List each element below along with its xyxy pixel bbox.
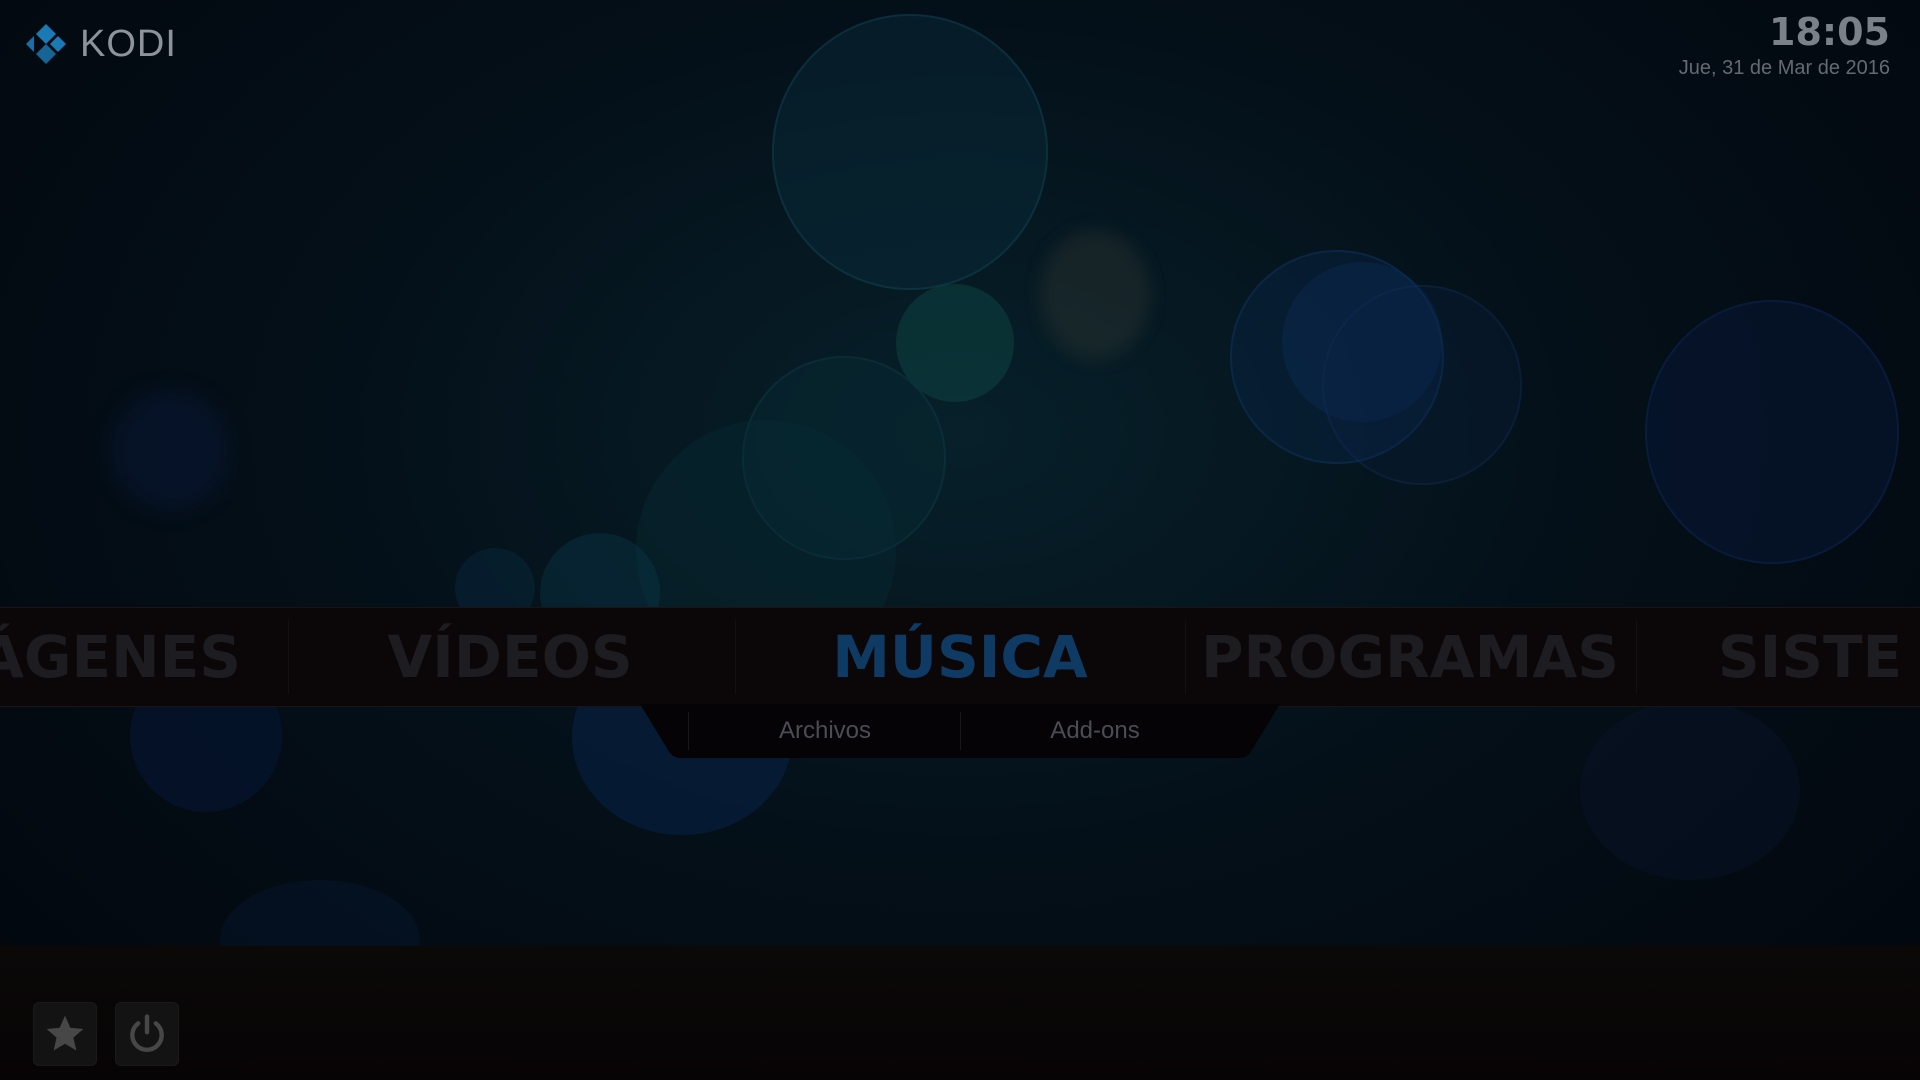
- menu-separator: [1185, 620, 1186, 694]
- bottom-bar: [0, 946, 1920, 1080]
- menu-item-imagenes[interactable]: ÁGENES: [0, 608, 241, 706]
- menu-item-programas[interactable]: PROGRAMAS: [1201, 608, 1619, 706]
- submenu: Archivos Add-ons: [640, 704, 1280, 758]
- clock-time: 18:05: [1769, 10, 1890, 54]
- clock: 18:05 Jue, 31 de Mar de 2016: [1679, 8, 1890, 80]
- menu-separator: [735, 620, 736, 694]
- power-button[interactable]: [115, 1002, 179, 1066]
- power-icon: [130, 1014, 164, 1052]
- main-menu: ÁGENES VÍDEOS MÚSICA PROGRAMAS SISTE: [0, 607, 1920, 707]
- submenu-separator: [960, 712, 961, 750]
- background-bokeh: [1230, 250, 1444, 464]
- star-icon: [46, 1015, 84, 1051]
- clock-date: Jue, 31 de Mar de 2016: [1678, 57, 1890, 79]
- menu-separator: [288, 620, 289, 694]
- submenu-item-archivos[interactable]: Archivos: [779, 704, 871, 758]
- kodi-logo: KODI: [22, 20, 177, 68]
- background-bokeh: [1040, 230, 1150, 360]
- menu-item-videos[interactable]: VÍDEOS: [387, 608, 632, 706]
- kodi-logo-icon: [22, 20, 70, 68]
- background-bokeh: [1645, 300, 1899, 564]
- background-bokeh: [1322, 285, 1522, 485]
- favourites-button[interactable]: [33, 1002, 97, 1066]
- menu-item-musica[interactable]: MÚSICA: [832, 608, 1088, 706]
- kodi-home-screen: KODI 18:05 Jue, 31 de Mar de 2016 ÁGENES…: [0, 0, 1920, 1080]
- background-bokeh: [110, 390, 230, 510]
- submenu-item-addons[interactable]: Add-ons: [1050, 704, 1139, 758]
- background-bokeh: [1282, 262, 1442, 422]
- background-bokeh: [1580, 700, 1800, 880]
- background-bokeh: [896, 284, 1014, 402]
- background-bokeh: [772, 14, 1048, 290]
- background-bokeh: [742, 356, 946, 560]
- kodi-logo-text: KODI: [80, 22, 177, 65]
- submenu-separator: [688, 712, 689, 750]
- menu-item-sistema[interactable]: SISTE: [1718, 608, 1902, 706]
- menu-separator: [1636, 620, 1637, 694]
